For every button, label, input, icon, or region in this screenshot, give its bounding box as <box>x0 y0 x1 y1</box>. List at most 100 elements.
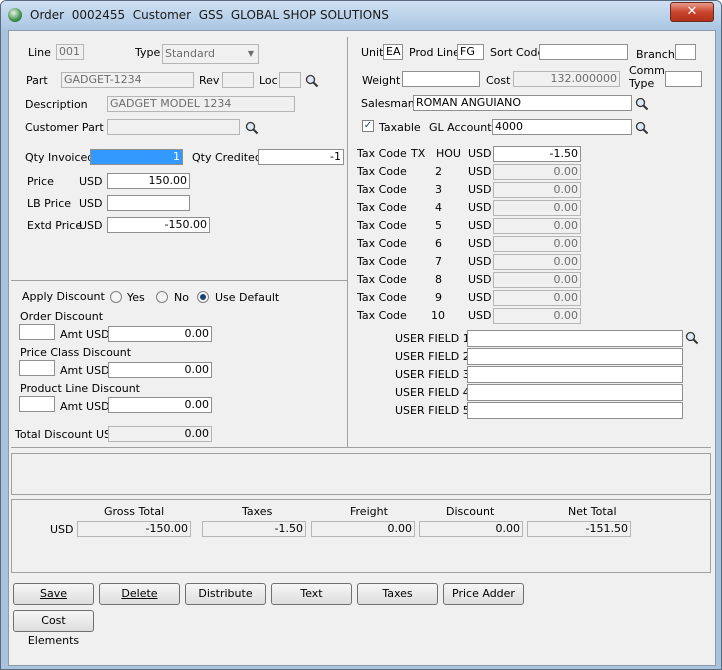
price-field[interactable]: 150.00 <box>107 173 190 189</box>
tax-code-number: 9 <box>435 291 442 304</box>
tax-code-number: 8 <box>435 273 442 286</box>
price-class-discount-label: Price Class Discount <box>20 346 132 359</box>
lb-price-field[interactable] <box>107 195 190 211</box>
tax-code-label: Tax Code <box>357 147 407 160</box>
tax-amount-field: 0.00 <box>493 290 581 306</box>
cost-label: Cost <box>486 74 511 87</box>
tax-currency: USD <box>468 183 492 196</box>
cost-elements-button[interactable]: Cost Elements <box>13 610 94 647</box>
divider <box>11 447 711 448</box>
price-currency: USD <box>79 175 103 188</box>
tax-amount-field: 0.00 <box>493 164 581 180</box>
totals-header: Taxes <box>242 505 273 518</box>
taxable-label: Taxable <box>379 121 421 134</box>
totals-value-field: -1.50 <box>202 521 306 537</box>
sort-code-label: Sort Code <box>490 46 545 59</box>
close-button[interactable]: ✕ <box>670 2 714 22</box>
user-field-1-input[interactable] <box>467 330 683 347</box>
totals-header: Discount <box>446 505 495 518</box>
comm-type-field[interactable] <box>665 71 702 87</box>
search-icon[interactable] <box>685 331 699 345</box>
tax-currency: USD <box>468 165 492 178</box>
title-bar[interactable]: Order 0002455 Customer GSS GLOBAL SHOP S… <box>1 1 721 30</box>
tax-currency: USD <box>468 237 492 250</box>
order-discount-amt-field[interactable]: 0.00 <box>108 326 212 342</box>
prod-line-field[interactable]: FG <box>457 44 484 60</box>
tax-code-label: Tax Code <box>357 219 407 232</box>
salesman-field[interactable]: ROMAN ANGUIANO <box>413 95 632 111</box>
rev-label: Rev <box>199 74 220 87</box>
tax-amount-field: 0.00 <box>493 272 581 288</box>
tax-code-label: Tax Code <box>357 183 407 196</box>
line-field: 001 <box>56 44 84 60</box>
price-adder-button[interactable]: Price Adder <box>443 583 524 605</box>
unit-field[interactable]: EA <box>383 44 403 60</box>
tax-amount-field: 0.00 <box>493 308 581 324</box>
user-field-label: USER FIELD 2 <box>395 350 470 363</box>
description-label: Description <box>25 98 88 111</box>
tax-currency: USD <box>468 219 492 232</box>
product-line-discount-label: Product Line Discount <box>20 382 140 395</box>
customer-part-label: Customer Part <box>25 121 104 134</box>
notes-area <box>11 453 711 495</box>
save-button[interactable]: Save <box>13 583 94 605</box>
order-discount-pct-field[interactable] <box>19 324 55 340</box>
extd-price-field[interactable]: -150.00 <box>107 217 210 233</box>
tax-code-label: Tax Code <box>357 255 407 268</box>
price-class-amt-field[interactable]: 0.00 <box>108 362 212 378</box>
gl-account-field[interactable]: 4000 <box>492 119 632 135</box>
total-discount-label: Total Discount USD <box>15 428 120 441</box>
tax-code-value: TX <box>411 147 426 160</box>
sort-code-field[interactable] <box>539 44 628 60</box>
product-line-amt-field[interactable]: 0.00 <box>108 397 212 413</box>
totals-value-field: -151.50 <box>527 521 631 537</box>
search-icon[interactable] <box>635 121 649 135</box>
user-field-3-input[interactable] <box>467 366 683 383</box>
weight-field[interactable] <box>402 71 480 87</box>
user-field-label: USER FIELD 4 <box>395 386 470 399</box>
discount-default-label: Use Default <box>215 291 280 304</box>
qty-credited-field[interactable]: -1 <box>258 149 344 165</box>
branch-field[interactable] <box>675 44 696 60</box>
user-field-2-input[interactable] <box>467 348 683 365</box>
tax-amount-field: 0.00 <box>493 254 581 270</box>
taxes-button[interactable]: Taxes <box>357 583 438 605</box>
tax-currency: USD <box>468 273 492 286</box>
part-label: Part <box>26 74 48 87</box>
tax-amount-field[interactable]: -1.50 <box>493 146 581 162</box>
text-button[interactable]: Text <box>271 583 352 605</box>
totals-header: Freight <box>350 505 388 518</box>
tax-currency: USD <box>468 147 492 160</box>
user-field-label: USER FIELD 5 <box>395 404 470 417</box>
part-field[interactable]: GADGET-1234 <box>61 72 194 88</box>
order-amt-label: Amt USD <box>60 328 110 341</box>
weight-label: Weight <box>362 74 401 87</box>
tax-code-label: Tax Code <box>357 309 407 322</box>
user-field-4-input[interactable] <box>467 384 683 401</box>
distribute-button[interactable]: Distribute <box>185 583 266 605</box>
search-icon[interactable] <box>305 74 319 88</box>
qty-invoiced-field[interactable]: 1 <box>90 149 183 165</box>
totals-currency: USD <box>50 523 74 536</box>
discount-default-radio[interactable] <box>197 291 209 303</box>
customer-part-field[interactable] <box>107 119 240 135</box>
price-class-pct-field[interactable] <box>19 360 55 376</box>
tax-code-number: 4 <box>435 201 442 214</box>
totals-value-field: -150.00 <box>77 521 191 537</box>
discount-no-radio[interactable] <box>156 291 168 303</box>
discount-yes-radio[interactable] <box>110 291 122 303</box>
search-icon[interactable] <box>635 97 649 111</box>
delete-button[interactable]: Delete <box>99 583 180 605</box>
user-field-label: USER FIELD 3 <box>395 368 470 381</box>
rev-field[interactable] <box>222 72 254 88</box>
description-field[interactable]: GADGET MODEL 1234 <box>107 96 295 112</box>
loc-field[interactable] <box>279 72 301 88</box>
taxable-checkbox[interactable]: ✓ <box>362 120 374 132</box>
delete-label: Delete <box>121 587 158 600</box>
user-field-5-input[interactable] <box>467 402 683 419</box>
type-dropdown[interactable]: Standard ▼ <box>162 44 259 64</box>
extd-price-currency: USD <box>79 219 103 232</box>
search-icon[interactable] <box>245 121 259 135</box>
product-line-pct-field[interactable] <box>19 396 55 412</box>
qty-invoiced-label: Qty Invoiced <box>25 151 95 164</box>
